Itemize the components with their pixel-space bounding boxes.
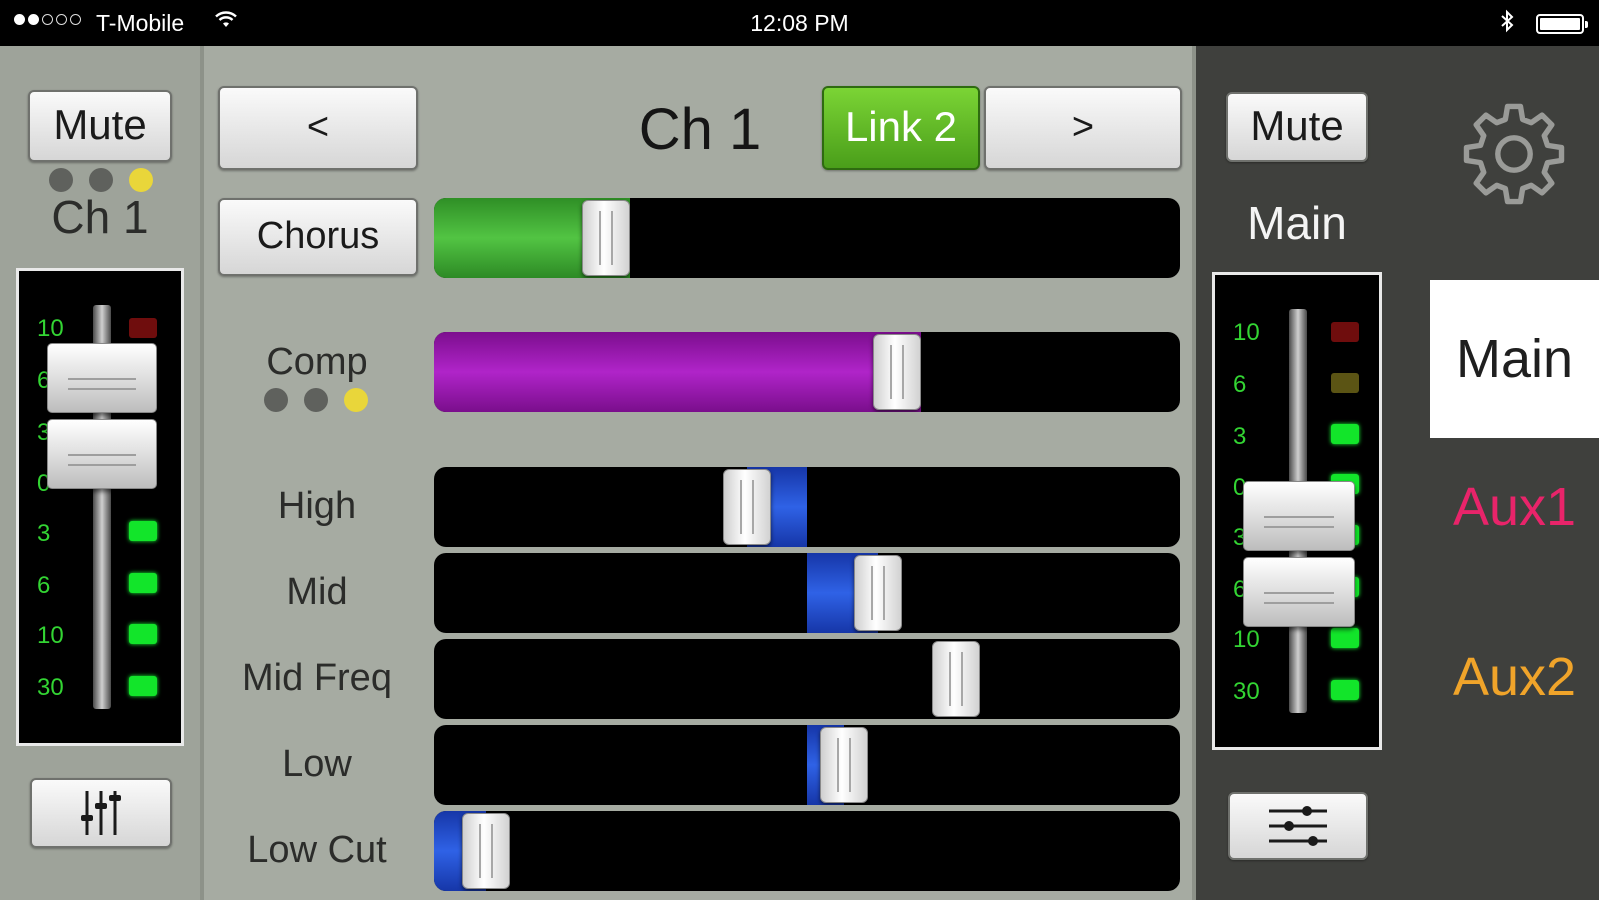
channel-indicator-dots [49, 168, 153, 192]
comp-label: Comp [266, 341, 368, 383]
indicator-dot [264, 388, 288, 412]
clock: 12:08 PM [750, 10, 849, 36]
indicator-dot [49, 168, 73, 192]
main-eq-button[interactable] [1228, 792, 1368, 860]
eq-high-knob[interactable] [723, 469, 772, 545]
meter-led [129, 521, 157, 541]
comp-slider[interactable] [434, 332, 1180, 412]
channel-mute-button[interactable]: Mute [28, 90, 172, 162]
fader-cap-link[interactable] [47, 343, 157, 413]
comp-level-knob[interactable] [872, 334, 921, 410]
bus-aux2-tab[interactable]: Aux2 [1430, 646, 1599, 708]
scale-label: 30 [1233, 678, 1260, 705]
scale-label: 6 [37, 572, 51, 599]
indicator-dot [304, 388, 328, 412]
effect-level-slider[interactable] [434, 198, 1180, 278]
meter-led [1331, 628, 1359, 648]
indicator-dot-active [129, 168, 153, 192]
eq-mid-freq-slider[interactable] [434, 639, 1180, 719]
effect-button[interactable]: Chorus [218, 198, 418, 276]
meter-led-clip [129, 318, 157, 338]
channel-eq-button[interactable] [30, 778, 172, 848]
eq-label-low-cut: Low Cut [247, 829, 387, 871]
meter-led [1331, 373, 1359, 393]
eq-mid-slider[interactable] [434, 553, 1180, 633]
bus-aux1-tab[interactable]: Aux1 [1430, 476, 1599, 538]
battery-icon [1536, 14, 1588, 34]
indicator-dot [89, 168, 113, 192]
fader-cap[interactable] [47, 419, 157, 489]
comp-level-fill [434, 332, 921, 412]
indicator-dot-active [344, 388, 368, 412]
meter-led-clip [1331, 322, 1359, 342]
status-bar: T-Mobile 12:08 PM [0, 0, 1599, 46]
eq-label-mid-freq: Mid Freq [242, 657, 392, 699]
scale-label: 10 [37, 315, 64, 342]
meter-led [1331, 424, 1359, 444]
gear-icon[interactable] [1460, 100, 1568, 208]
bus-main-tab[interactable]: Main [1430, 280, 1599, 438]
eq-high-slider[interactable] [434, 467, 1180, 547]
eq-label-low: Low [282, 743, 352, 785]
scale-label: 10 [1233, 319, 1260, 346]
channel-strip-panel: Mute Ch 1 10 6 3 0 3 6 10 30 [0, 46, 200, 900]
vertical-sliders-icon [81, 791, 121, 835]
scale-label: 6 [1233, 371, 1247, 398]
meter-led [129, 573, 157, 593]
meter-led [1331, 680, 1359, 700]
scale-label: 30 [37, 674, 64, 701]
eq-mid-knob[interactable] [853, 555, 902, 631]
next-channel-button[interactable]: > [984, 86, 1182, 170]
scale-label: 10 [1233, 626, 1260, 653]
eq-label-mid: Mid [286, 571, 348, 613]
horizontal-sliders-icon [1269, 806, 1327, 846]
meter-led [129, 676, 157, 696]
eq-label-high: High [277, 485, 357, 527]
scale-label: 3 [37, 520, 51, 547]
channel-name: Ch 1 [51, 191, 149, 243]
fader-cap-link[interactable] [1243, 557, 1355, 627]
eq-mid-freq-knob[interactable] [932, 641, 981, 717]
main-fader-meter: 10 6 3 0 3 6 10 30 [1212, 272, 1382, 750]
eq-low-cut-slider[interactable] [434, 811, 1180, 891]
bus-name: Main [1247, 197, 1347, 249]
eq-low-slider[interactable] [434, 725, 1180, 805]
scale-label: 3 [1233, 423, 1247, 450]
meter-led [129, 624, 157, 644]
channel-fader-meter: 10 6 3 0 3 6 10 30 [16, 268, 184, 746]
previous-channel-button[interactable]: < [218, 86, 418, 170]
channel-title: Ch 1 [638, 97, 762, 162]
main-mute-button[interactable]: Mute [1226, 92, 1368, 162]
comp-indicator-dots [264, 388, 368, 412]
link-button[interactable]: Link 2 [822, 86, 980, 170]
fader-cap[interactable] [1243, 481, 1355, 551]
eq-low-knob[interactable] [820, 727, 869, 803]
eq-low-cut-knob[interactable] [462, 813, 511, 889]
scale-label: 10 [37, 622, 64, 649]
effect-level-knob[interactable] [581, 200, 630, 276]
bluetooth-icon [1500, 9, 1514, 39]
